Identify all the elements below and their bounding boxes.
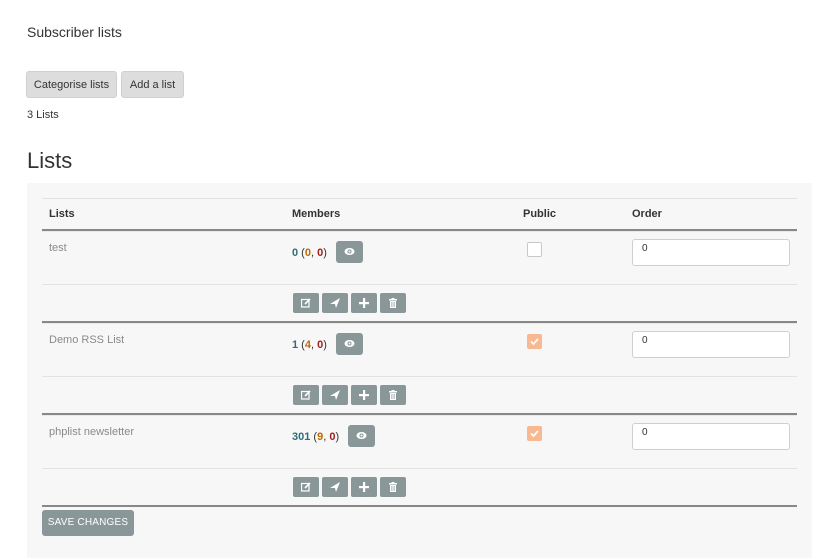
action-buttons bbox=[293, 385, 409, 405]
public-checkbox[interactable] bbox=[527, 334, 542, 349]
view-members-button[interactable] bbox=[348, 425, 376, 447]
delete-list-button[interactable] bbox=[380, 293, 406, 313]
table-row: Demo RSS List 1 (4, 0) 0 bbox=[42, 323, 797, 376]
header-order: Order bbox=[632, 208, 662, 220]
edit-list-button[interactable] bbox=[293, 477, 319, 497]
order-input[interactable]: 0 bbox=[632, 423, 790, 450]
view-members-button[interactable] bbox=[335, 333, 363, 355]
header-public: Public bbox=[523, 208, 557, 220]
action-buttons bbox=[293, 293, 409, 313]
add-list-button[interactable]: Add a list bbox=[121, 71, 184, 98]
add-members-button[interactable] bbox=[351, 385, 377, 405]
page-title: Subscriber lists bbox=[27, 24, 122, 40]
list-name[interactable]: Demo RSS List bbox=[49, 334, 124, 346]
paren-open: ( bbox=[298, 338, 305, 351]
members-count: 301 (9, 0) bbox=[292, 425, 376, 448]
paren-open: ( bbox=[298, 246, 305, 259]
row-actions bbox=[42, 468, 797, 507]
list-name[interactable]: phplist newsletter bbox=[49, 426, 134, 438]
send-campaign-button[interactable] bbox=[322, 385, 348, 405]
delete-list-button[interactable] bbox=[380, 477, 406, 497]
members-total: 301 bbox=[292, 430, 311, 443]
send-campaign-button[interactable] bbox=[322, 293, 348, 313]
add-members-button[interactable] bbox=[351, 293, 377, 313]
table-header: Lists Members Public Order bbox=[42, 198, 797, 231]
row-actions bbox=[42, 376, 797, 415]
header-lists: Lists bbox=[49, 208, 75, 220]
order-input[interactable]: 0 bbox=[632, 239, 790, 266]
view-members-button[interactable] bbox=[335, 241, 363, 263]
members-count: 0 (0, 0) bbox=[292, 241, 363, 264]
table-row: test 0 (0, 0) 0 bbox=[42, 231, 797, 284]
edit-list-button[interactable] bbox=[293, 385, 319, 405]
action-buttons bbox=[293, 477, 409, 497]
list-count: 3 Lists bbox=[27, 109, 59, 121]
row-actions bbox=[42, 284, 797, 323]
delete-list-button[interactable] bbox=[380, 385, 406, 405]
paren-close: ) bbox=[335, 430, 340, 443]
send-campaign-button[interactable] bbox=[322, 477, 348, 497]
public-checkbox[interactable] bbox=[527, 242, 542, 257]
lists-table: Lists Members Public Order test 0 (0, 0) 0… bbox=[42, 198, 797, 507]
members-count: 1 (4, 0) bbox=[292, 333, 363, 356]
categorise-lists-button[interactable]: Categorise lists bbox=[26, 71, 117, 98]
save-changes-button[interactable]: SAVE CHANGES bbox=[42, 510, 134, 536]
public-checkbox[interactable] bbox=[527, 426, 542, 441]
header-members: Members bbox=[292, 208, 341, 220]
table-row: phplist newsletter 301 (9, 0) 0 bbox=[42, 415, 797, 468]
add-members-button[interactable] bbox=[351, 477, 377, 497]
order-input[interactable]: 0 bbox=[632, 331, 790, 358]
paren-close: ) bbox=[323, 338, 327, 351]
paren-close: ) bbox=[323, 246, 327, 259]
list-name[interactable]: test bbox=[49, 242, 67, 254]
edit-list-button[interactable] bbox=[293, 293, 319, 313]
section-title: Lists bbox=[27, 148, 73, 173]
